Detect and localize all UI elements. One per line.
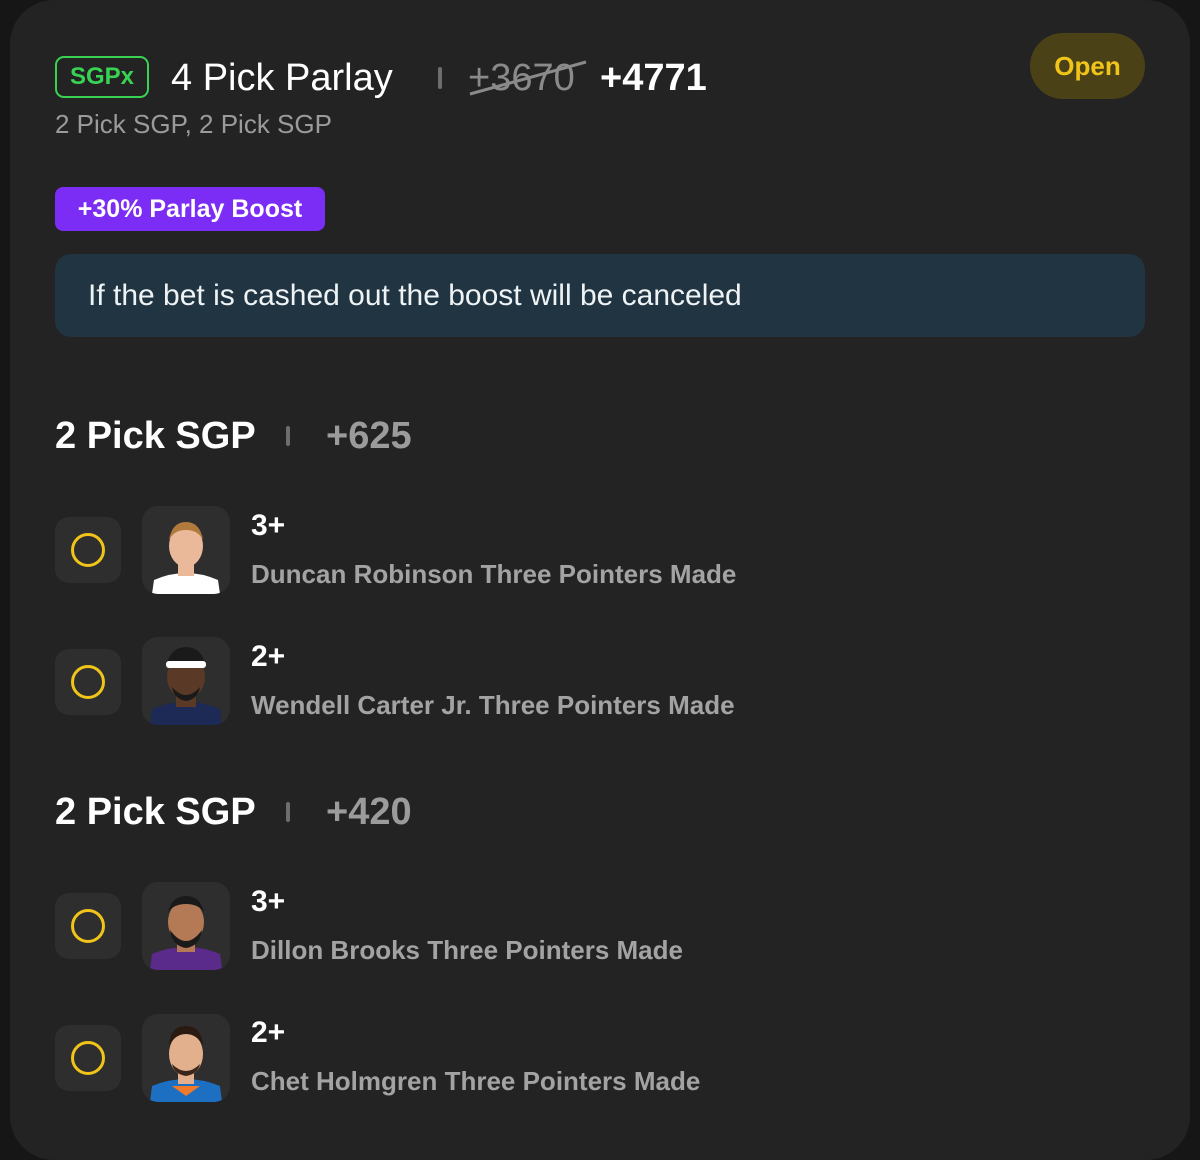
player-avatar	[142, 1014, 230, 1102]
pending-circle-icon	[71, 909, 105, 943]
section-separator	[286, 802, 290, 822]
player-headshot-icon	[142, 1014, 230, 1102]
boosted-odds: +4771	[600, 57, 707, 99]
pick-status-indicator	[55, 1025, 121, 1091]
pick-description: Dillon Brooks Three Pointers Made	[251, 935, 683, 965]
pending-circle-icon	[71, 665, 105, 699]
player-avatar	[142, 637, 230, 725]
status-badge: Open	[1030, 33, 1145, 99]
title-separator	[438, 67, 442, 89]
pick-status-indicator	[55, 893, 121, 959]
section-title: 2 Pick SGP	[55, 415, 256, 457]
bet-subtitle: 2 Pick SGP, 2 Pick SGP	[55, 109, 332, 139]
parlay-boost-badge: +30% Parlay Boost	[55, 187, 325, 231]
bet-title: 4 Pick Parlay	[171, 57, 393, 99]
strikethrough-line	[469, 60, 587, 96]
pick-description: Chet Holmgren Three Pointers Made	[251, 1066, 701, 1096]
pending-circle-icon	[71, 1041, 105, 1075]
section-odds: +420	[326, 791, 412, 833]
section-odds: +625	[326, 415, 412, 457]
pick-line: 3+	[251, 509, 286, 542]
pick-status-indicator	[55, 517, 121, 583]
player-avatar	[142, 506, 230, 594]
pick-description: Duncan Robinson Three Pointers Made	[251, 559, 737, 589]
pick-status-indicator	[55, 649, 121, 715]
pending-circle-icon	[71, 533, 105, 567]
bet-card: SGPx 4 Pick Parlay +3670 +4771 2 Pick SG…	[10, 0, 1190, 1160]
pick-description: Wendell Carter Jr. Three Pointers Made	[251, 690, 735, 720]
sgpx-badge: SGPx	[55, 56, 149, 98]
player-headshot-icon	[142, 637, 230, 725]
player-headshot-icon	[142, 506, 230, 594]
pick-line: 2+	[251, 1016, 286, 1049]
cashout-notice: If the bet is cashed out the boost will …	[55, 254, 1145, 337]
player-headshot-icon	[142, 882, 230, 970]
section-title: 2 Pick SGP	[55, 791, 256, 833]
section-separator	[286, 426, 290, 446]
player-avatar	[142, 882, 230, 970]
pick-line: 2+	[251, 640, 286, 673]
pick-line: 3+	[251, 885, 286, 918]
